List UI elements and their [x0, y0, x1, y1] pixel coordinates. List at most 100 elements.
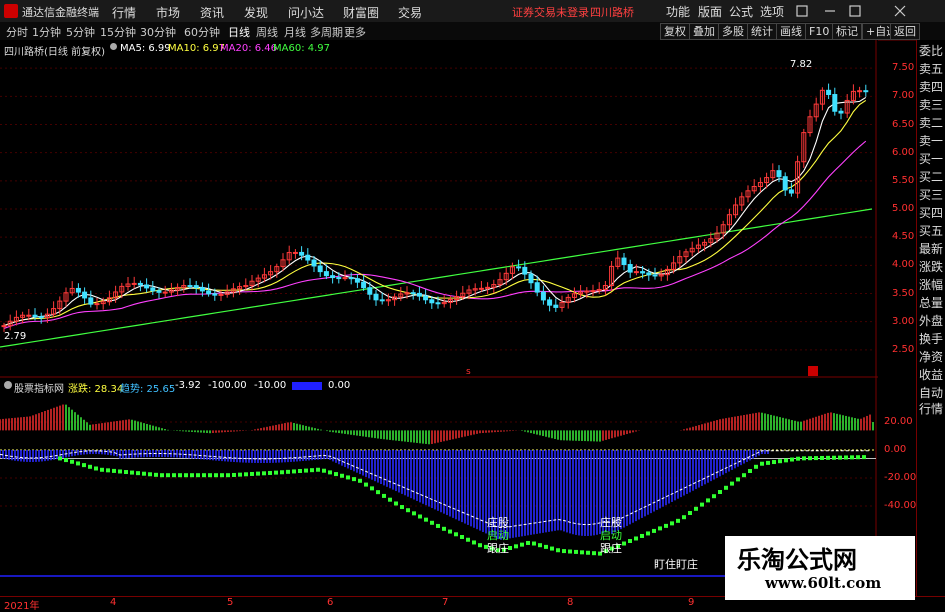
period-tab-15min[interactable]: 15分钟 [100, 24, 136, 40]
mark-button[interactable]: 标记 [832, 23, 862, 40]
signal-note-1-line2: 启动 [487, 529, 509, 542]
trend-dot [628, 539, 632, 543]
ma60-label: MA60: 4.97 [273, 43, 331, 54]
menu-item-trade[interactable]: 交易 [398, 4, 422, 21]
period-tab-more[interactable]: 更多 [344, 24, 366, 40]
options-button[interactable]: 选项 [760, 3, 784, 20]
quote-field-15[interactable]: 外盘 [919, 314, 943, 329]
candle-body [429, 299, 435, 304]
trend-dot [184, 473, 188, 478]
candle-body [534, 282, 540, 293]
quote-field-6[interactable]: 买一 [919, 152, 943, 167]
trend-dot [166, 473, 170, 478]
trend-dot [760, 461, 764, 466]
trend-dot [94, 466, 98, 471]
menu-item-news[interactable]: 资讯 [200, 4, 224, 21]
trend-dot [118, 469, 122, 474]
trend-dot [160, 473, 164, 478]
quote-field-18[interactable]: 收益 [919, 368, 943, 383]
candle-body [361, 281, 367, 289]
quote-field-14[interactable]: 总量 [919, 296, 943, 311]
menu-item-ask[interactable]: 问小达 [288, 4, 324, 21]
trend-dot [796, 456, 800, 461]
period-tab-5min[interactable]: 5分钟 [66, 24, 95, 40]
period-tab-weekly[interactable]: 周线 [256, 24, 278, 40]
app-title: 通达信金融终端 [22, 6, 99, 19]
quote-field-5[interactable]: 卖一 [919, 134, 943, 149]
trend-dot [88, 464, 92, 469]
function-button[interactable]: 功能 [666, 3, 690, 20]
back-button[interactable]: 返回 [890, 23, 920, 40]
quote-field-0[interactable]: 委比 [919, 44, 943, 59]
trend-dot [328, 470, 332, 475]
trend-dot [322, 468, 326, 473]
date-label-5: 5 [227, 597, 234, 608]
candle-body [416, 292, 422, 297]
trend-dot [682, 515, 686, 520]
indicator-tick: -40.00 [884, 500, 917, 511]
layout-button[interactable]: 版面 [698, 3, 722, 20]
trend-dot [574, 549, 578, 554]
menu-item-discover[interactable]: 发现 [244, 4, 268, 21]
quote-button[interactable]: 行情 [919, 402, 943, 417]
window-controls[interactable] [795, 4, 935, 18]
header-stock-name: 四川路桥 [590, 6, 634, 19]
quote-field-3[interactable]: 卖三 [919, 98, 943, 113]
trend-dot [532, 541, 536, 546]
trend-dot [466, 537, 470, 542]
quote-field-1[interactable]: 卖五 [919, 62, 943, 77]
trend-dot [826, 455, 830, 460]
trend-dot [388, 497, 392, 502]
trend-dot [400, 505, 404, 510]
menu-item-market[interactable]: 市场 [156, 4, 180, 21]
formula-button[interactable]: 公式 [729, 3, 753, 20]
quote-field-8[interactable]: 买三 [919, 188, 943, 203]
indicator-bar-swatch [292, 382, 322, 390]
period-tab-monthly[interactable]: 月线 [284, 24, 306, 40]
adjust-button[interactable]: 复权 [660, 23, 690, 40]
trend-dot [346, 475, 350, 480]
indicator-settings-icon[interactable] [4, 381, 12, 389]
multi-stock-button[interactable]: 多股 [718, 23, 748, 40]
quote-field-16[interactable]: 换手 [919, 332, 943, 347]
trend-dot [70, 459, 74, 464]
period-tab-1min[interactable]: 1分钟 [32, 24, 61, 40]
candle-body [863, 90, 869, 93]
quote-field-9[interactable]: 买四 [919, 206, 943, 221]
trend-dot [442, 526, 446, 531]
auto-button[interactable]: 自动 [919, 386, 943, 401]
watermark-title: 乐淘公式网 [737, 545, 857, 574]
settings-dot-icon[interactable] [110, 43, 117, 50]
menu-item-wealth[interactable]: 财富圈 [343, 4, 379, 21]
trend-dot [370, 486, 374, 491]
quote-field-2[interactable]: 卖四 [919, 80, 943, 95]
login-warning[interactable]: 证券交易未登录 [512, 4, 589, 20]
trend-dot [340, 473, 344, 478]
statistics-button[interactable]: 统计 [747, 23, 777, 40]
menu-item-quotes[interactable]: 行情 [112, 4, 136, 21]
quote-field-12[interactable]: 涨跌 [919, 260, 943, 275]
kline-chart[interactable]: s [0, 40, 878, 378]
quote-field-11[interactable]: 最新 [919, 242, 943, 257]
period-tab-30min[interactable]: 30分钟 [140, 24, 176, 40]
indicator-tick: 0.00 [884, 444, 907, 455]
price-tick: 5.50 [892, 174, 915, 186]
candle-body [323, 271, 329, 277]
date-label-6: 6 [327, 597, 334, 608]
price-axis: 7.50 7.00 6.50 6.00 5.50 5.00 4.50 4.00 3.50 3.00… [878, 40, 916, 378]
draw-line-button[interactable]: 画线 [776, 23, 806, 40]
period-tab-daily[interactable]: 日线 [228, 24, 250, 40]
period-tab-multi[interactable]: 多周期 [310, 24, 343, 40]
quote-field-7[interactable]: 买二 [919, 170, 943, 185]
period-tab-60min[interactable]: 60分钟 [184, 24, 220, 40]
trend-dot [634, 536, 638, 541]
quote-field-4[interactable]: 卖二 [919, 116, 943, 131]
period-tab-intraday[interactable]: 分时 [6, 24, 28, 40]
candle-body [547, 299, 553, 306]
trend-dot [538, 543, 542, 548]
quote-field-13[interactable]: 涨幅 [919, 278, 943, 293]
overlay-button[interactable]: 叠加 [689, 23, 719, 40]
f10-button[interactable]: F10 [805, 23, 834, 40]
quote-field-10[interactable]: 买五 [919, 224, 943, 239]
quote-field-17[interactable]: 净资 [919, 350, 943, 365]
